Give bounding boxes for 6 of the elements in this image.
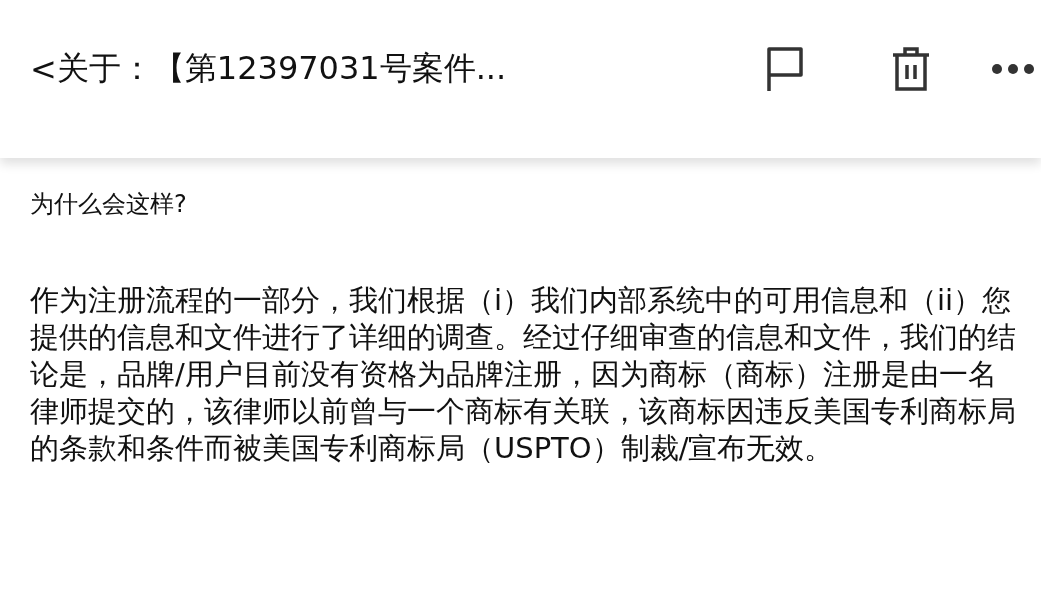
question-text: 为什么会这样?: [30, 189, 188, 220]
back-button[interactable]: <: [30, 50, 57, 88]
email-subject: 关于：【第12397031号案件...: [56, 48, 507, 89]
delete-icon[interactable]: [891, 45, 931, 93]
more-icon[interactable]: [991, 63, 1035, 75]
message-paragraph: 作为注册流程的一部分，我们根据（i）我们内部系统中的可用信息和（ii）您提供的信息和文件进行了详细的调查。经过仔细审查的信息和文件，我们的结论是，品牌/用户目前没有资格为品牌注册，因为商标（商标）注册是由一名律师提交的，该律师以前曾与一个商标有关联，该商标因违反美国专利商标局的条款和条件而被美国专利商标局（USPTO）制裁/宣布无效。: [30, 282, 1017, 467]
